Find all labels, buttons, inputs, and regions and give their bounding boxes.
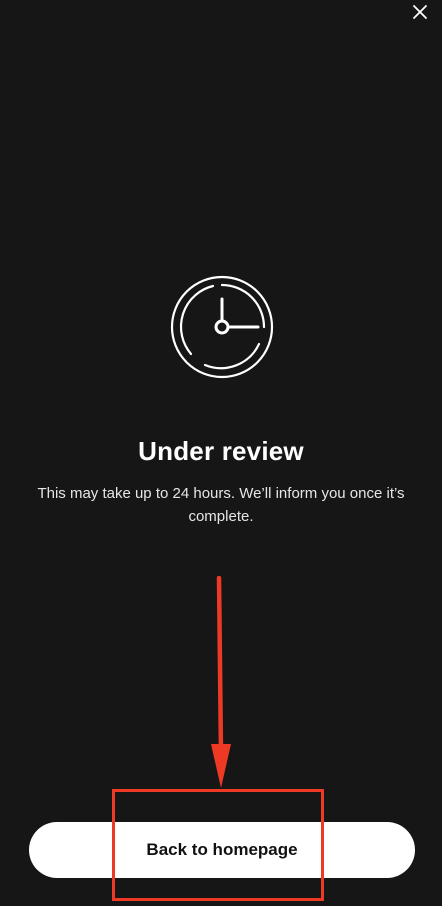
back-to-homepage-button[interactable]: Back to homepage bbox=[29, 822, 415, 878]
status-message: This may take up to 24 hours. We’ll info… bbox=[37, 485, 405, 525]
status-title: Under review bbox=[138, 436, 304, 466]
clock-icon bbox=[169, 274, 275, 380]
close-icon bbox=[413, 5, 427, 19]
arrow-down-icon bbox=[211, 576, 231, 788]
close-button[interactable] bbox=[410, 2, 430, 22]
